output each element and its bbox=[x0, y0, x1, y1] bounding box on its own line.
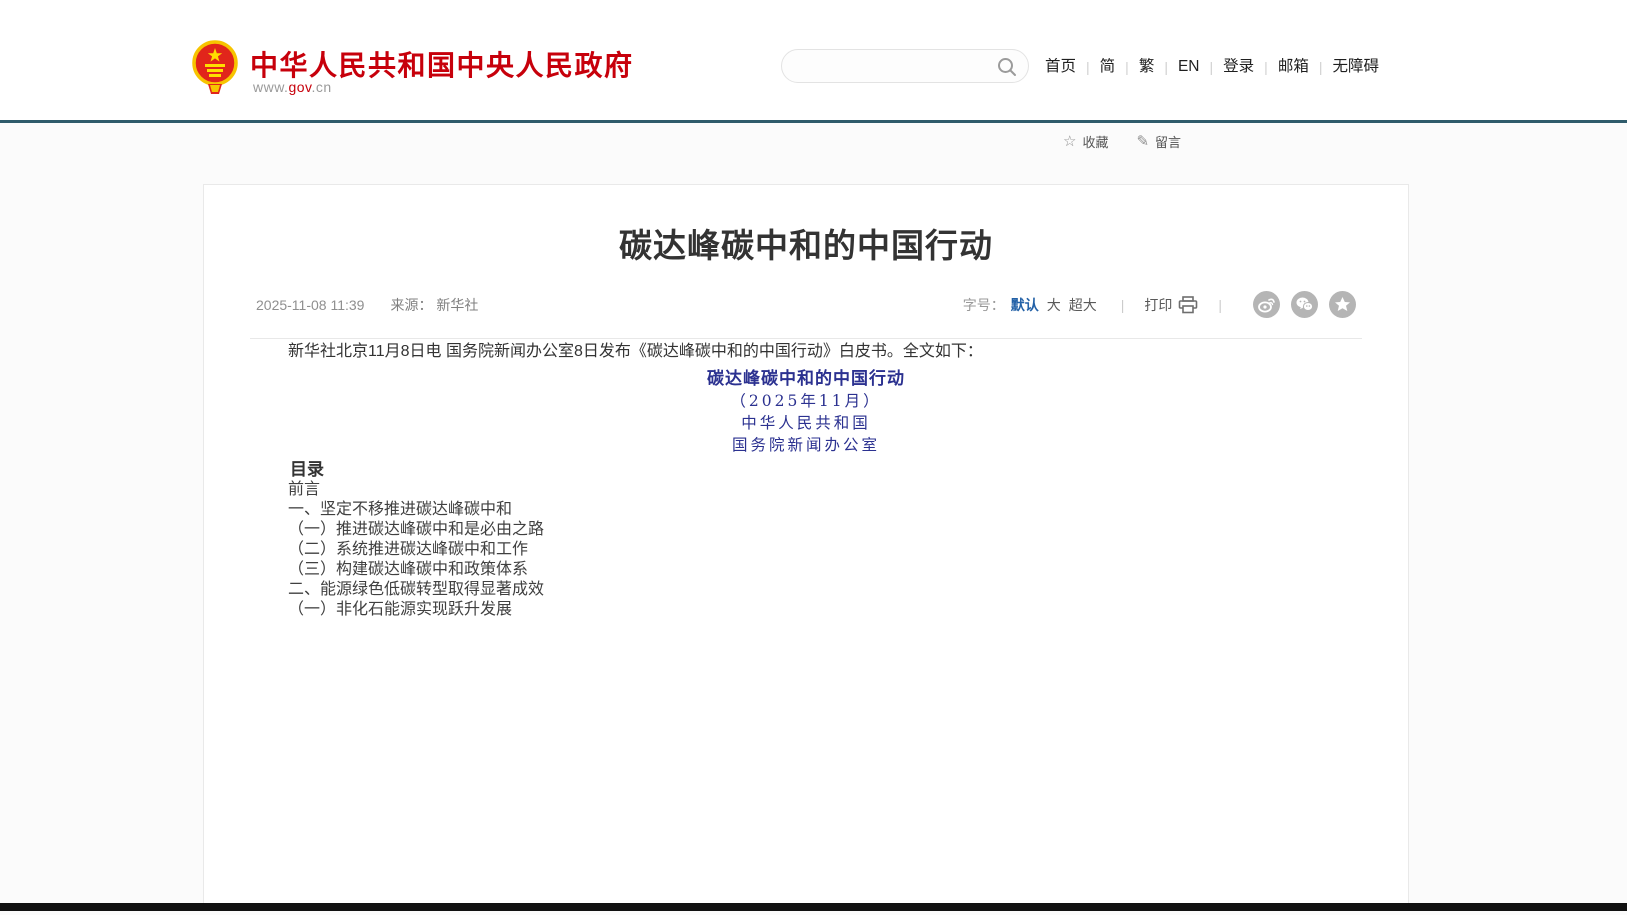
article-meta-left: 2025-11-08 11:39 来源： 新华社 bbox=[256, 295, 478, 315]
printer-icon bbox=[1178, 296, 1198, 314]
font-size-default-button[interactable]: 默认 bbox=[1011, 295, 1039, 315]
font-size-large-button[interactable]: 大 bbox=[1047, 295, 1061, 315]
meta-separator: | bbox=[1121, 297, 1125, 313]
toc-item: （二）系统推进碳达峰碳中和工作 bbox=[256, 540, 1356, 560]
share-qzone-button[interactable] bbox=[1329, 291, 1356, 318]
article-meta-row: 2025-11-08 11:39 来源： 新华社 字号： 默认 大 超大 | 打… bbox=[256, 291, 1356, 318]
site-url-suffix: .cn bbox=[312, 79, 332, 95]
article-body: 新华社北京11月8日电 国务院新闻办公室8日发布《碳达峰碳中和的中国行动》白皮书… bbox=[204, 339, 1408, 620]
nav-link-1[interactable]: 首页 bbox=[1045, 56, 1076, 78]
search-icon[interactable] bbox=[996, 56, 1018, 78]
nav-link-5[interactable]: 登录 bbox=[1223, 56, 1254, 78]
article-toolbar: ☆ 收藏 ✎ 留言 bbox=[1063, 132, 1181, 151]
doc-org-line: 中华人民共和国 bbox=[256, 411, 1356, 433]
favorite-button[interactable]: ☆ 收藏 bbox=[1063, 132, 1108, 151]
star-icon: ☆ bbox=[1063, 134, 1076, 149]
share-wechat-button[interactable] bbox=[1291, 291, 1318, 318]
favorite-label: 收藏 bbox=[1082, 132, 1108, 151]
table-of-contents: 前言一、坚定不移推进碳达峰碳中和（一）推进碳达峰碳中和是必由之路（二）系统推进碳… bbox=[256, 480, 1356, 620]
top-nav: 首页 | 简 | 繁 | EN | 登录 | 邮箱 | 无障碍 bbox=[1045, 56, 1379, 78]
site-url-prefix: www. bbox=[253, 79, 288, 95]
share-weibo-button[interactable] bbox=[1253, 291, 1280, 318]
page: 中华人民共和国中央人民政府 www.gov.cn 首页 | 简 | 繁 | EN | 登录 | 邮箱… bbox=[0, 0, 1627, 915]
source-value: 新华社 bbox=[436, 297, 478, 313]
nav-link-3[interactable]: 繁 bbox=[1139, 56, 1155, 78]
site-title: 中华人民共和国中央人民政府 bbox=[250, 44, 634, 84]
print-button[interactable]: 打印 bbox=[1144, 295, 1198, 315]
toc-item: 一、坚定不移推进碳达峰碳中和 bbox=[256, 500, 1356, 520]
header-divider bbox=[0, 120, 1627, 123]
font-size-xlarge-button[interactable]: 超大 bbox=[1069, 295, 1097, 315]
nav-separator: | bbox=[1264, 59, 1268, 75]
meta-separator: | bbox=[1218, 297, 1222, 313]
toc-item: （一）非化石能源实现跃升发展 bbox=[256, 600, 1356, 620]
doc-date: （2025年11月） bbox=[256, 389, 1356, 411]
bottom-edge-bar bbox=[0, 903, 1627, 911]
doc-title: 碳达峰碳中和的中国行动 bbox=[256, 364, 1356, 389]
toc-item: 二、能源绿色低碳转型取得显著成效 bbox=[256, 580, 1356, 600]
search-box bbox=[781, 49, 1029, 83]
site-url: www.gov.cn bbox=[253, 79, 332, 95]
wechat-icon bbox=[1295, 295, 1314, 314]
nav-link-4[interactable]: EN bbox=[1178, 56, 1200, 78]
search-input[interactable] bbox=[796, 53, 990, 81]
publish-date: 2025-11-08 11:39 bbox=[256, 297, 364, 313]
font-size-label: 字号： bbox=[963, 295, 1005, 315]
nav-link-6[interactable]: 邮箱 bbox=[1278, 56, 1309, 78]
message-button[interactable]: ✎ 留言 bbox=[1136, 132, 1181, 151]
nav-separator: | bbox=[1086, 59, 1090, 75]
toc-item: （三）构建碳达峰碳中和政策体系 bbox=[256, 560, 1356, 580]
nav-separator: | bbox=[1125, 59, 1129, 75]
source: 来源： 新华社 bbox=[390, 295, 478, 315]
toc-item: （一）推进碳达峰碳中和是必由之路 bbox=[256, 520, 1356, 540]
nav-separator: | bbox=[1164, 59, 1168, 75]
pencil-icon: ✎ bbox=[1136, 134, 1149, 149]
article-intro: 新华社北京11月8日电 国务院新闻办公室8日发布《碳达峰碳中和的中国行动》白皮书… bbox=[256, 339, 1356, 364]
nav-link-2[interactable]: 简 bbox=[1100, 56, 1116, 78]
weibo-icon bbox=[1257, 295, 1276, 314]
article-title: 碳达峰碳中和的中国行动 bbox=[204, 219, 1408, 267]
nav-separator: | bbox=[1210, 59, 1214, 75]
doc-org-line: 国务院新闻办公室 bbox=[256, 433, 1356, 455]
article-meta-right: 字号： 默认 大 超大 | 打印 | bbox=[963, 291, 1356, 318]
source-label: 来源： bbox=[390, 297, 432, 313]
print-label: 打印 bbox=[1144, 295, 1172, 315]
site-url-highlight: gov bbox=[288, 79, 311, 95]
nav-separator: | bbox=[1319, 59, 1323, 75]
article-card: 碳达峰碳中和的中国行动 2025-11-08 11:39 来源： 新华社 字号：… bbox=[203, 184, 1409, 905]
site-header: 中华人民共和国中央人民政府 www.gov.cn 首页 | 简 | 繁 | EN | 登录 | 邮箱… bbox=[0, 0, 1627, 120]
nav-link-7[interactable]: 无障碍 bbox=[1332, 56, 1379, 78]
message-label: 留言 bbox=[1155, 132, 1181, 151]
toc-item: 前言 bbox=[256, 480, 1356, 500]
national-emblem-logo bbox=[192, 40, 238, 96]
share-star-icon bbox=[1333, 295, 1352, 314]
toc-title: 目录 bbox=[256, 455, 1356, 480]
